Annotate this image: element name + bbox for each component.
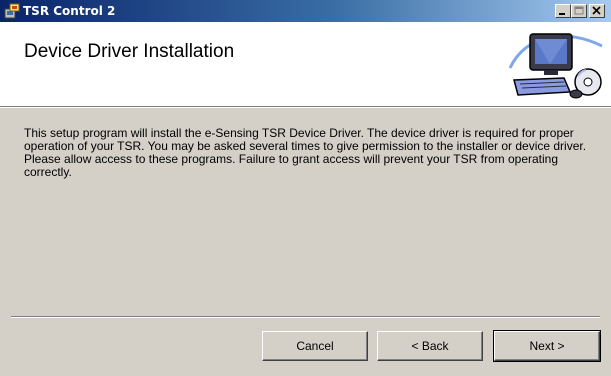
installer-icon [4, 3, 20, 19]
cancel-button[interactable]: Cancel [262, 331, 368, 361]
back-button[interactable]: < Back [377, 331, 483, 361]
wizard-header: Device Driver Installation [0, 22, 611, 106]
instruction-text: This setup program will install the e-Se… [24, 126, 587, 179]
minimize-button[interactable] [555, 4, 571, 18]
next-button[interactable]: Next > [493, 330, 601, 362]
header-divider-highlight [0, 107, 611, 108]
computer-setup-icon [506, 28, 606, 102]
footer-divider-highlight [11, 317, 600, 318]
close-icon [590, 5, 604, 17]
maximize-button[interactable] [571, 4, 587, 18]
window-title: TSR Control 2 [23, 4, 116, 18]
page-title: Device Driver Installation [24, 41, 235, 62]
close-button[interactable] [589, 4, 605, 18]
minimize-icon [556, 5, 570, 17]
title-bar[interactable]: TSR Control 2 [0, 0, 611, 22]
maximize-icon [572, 5, 586, 17]
